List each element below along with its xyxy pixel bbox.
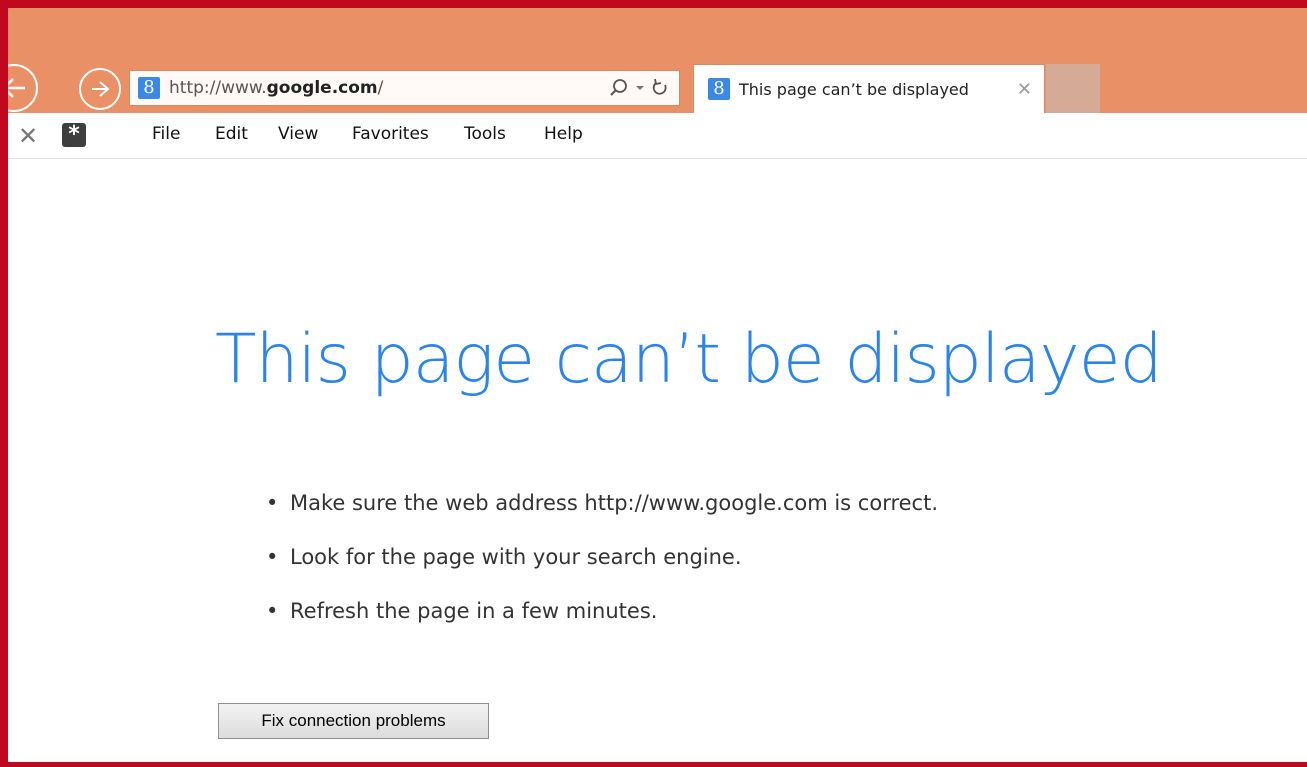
asterisk-icon[interactable]: * [62, 123, 86, 147]
tip-text: Refresh the page in a few minutes. [290, 599, 658, 623]
fix-connection-button[interactable]: Fix connection problems [218, 703, 489, 739]
close-tab-icon[interactable]: ✕ [1017, 79, 1032, 100]
new-tab-button[interactable] [1046, 64, 1100, 113]
menu-file[interactable]: File [152, 124, 180, 144]
tips-list: • Make sure the web address http://www.go… [266, 485, 938, 647]
tip-text: Look for the page with your search engin… [290, 545, 742, 569]
browser-titlebar: 8 http://www.google.com/ 8 This page can… [0, 0, 1307, 113]
tab-active[interactable]: 8 This page can’t be displayed ✕ [693, 64, 1045, 113]
arrow-right-icon [92, 81, 110, 97]
google-g-icon: 8 [138, 77, 160, 99]
google-g-icon: 8 [708, 78, 730, 100]
menu-favorites[interactable]: Favorites [352, 124, 429, 144]
menu-edit[interactable]: Edit [215, 124, 248, 144]
menu-bar: ✕ [0, 113, 1307, 159]
list-item: • Refresh the page in a few minutes. [266, 593, 938, 647]
menu-tools[interactable]: Tools [464, 124, 506, 144]
bullet: • [266, 599, 279, 623]
page-title: This page can’t be displayed [215, 320, 1163, 399]
forward-button[interactable] [79, 68, 121, 110]
bullet: • [266, 491, 279, 515]
arrow-left-icon [2, 78, 25, 98]
refresh-icon[interactable] [651, 78, 669, 98]
menu-view[interactable]: View [278, 124, 318, 144]
tab-title: This page can’t be displayed [739, 79, 969, 99]
url-text[interactable]: http://www.google.com/ [169, 78, 609, 98]
bullet: • [266, 545, 279, 569]
list-item: • Make sure the web address http://www.go… [266, 485, 938, 539]
close-icon[interactable]: ✕ [18, 121, 38, 151]
list-item: • Look for the page with your search engi… [266, 539, 938, 593]
dropdown-arrow-icon[interactable] [635, 83, 645, 93]
search-icon[interactable] [609, 78, 629, 98]
back-button[interactable] [0, 64, 38, 112]
tip-text: Make sure the web address http://www.goo… [290, 491, 939, 515]
address-bar[interactable]: 8 http://www.google.com/ [129, 70, 680, 106]
menu-help[interactable]: Help [544, 124, 583, 144]
